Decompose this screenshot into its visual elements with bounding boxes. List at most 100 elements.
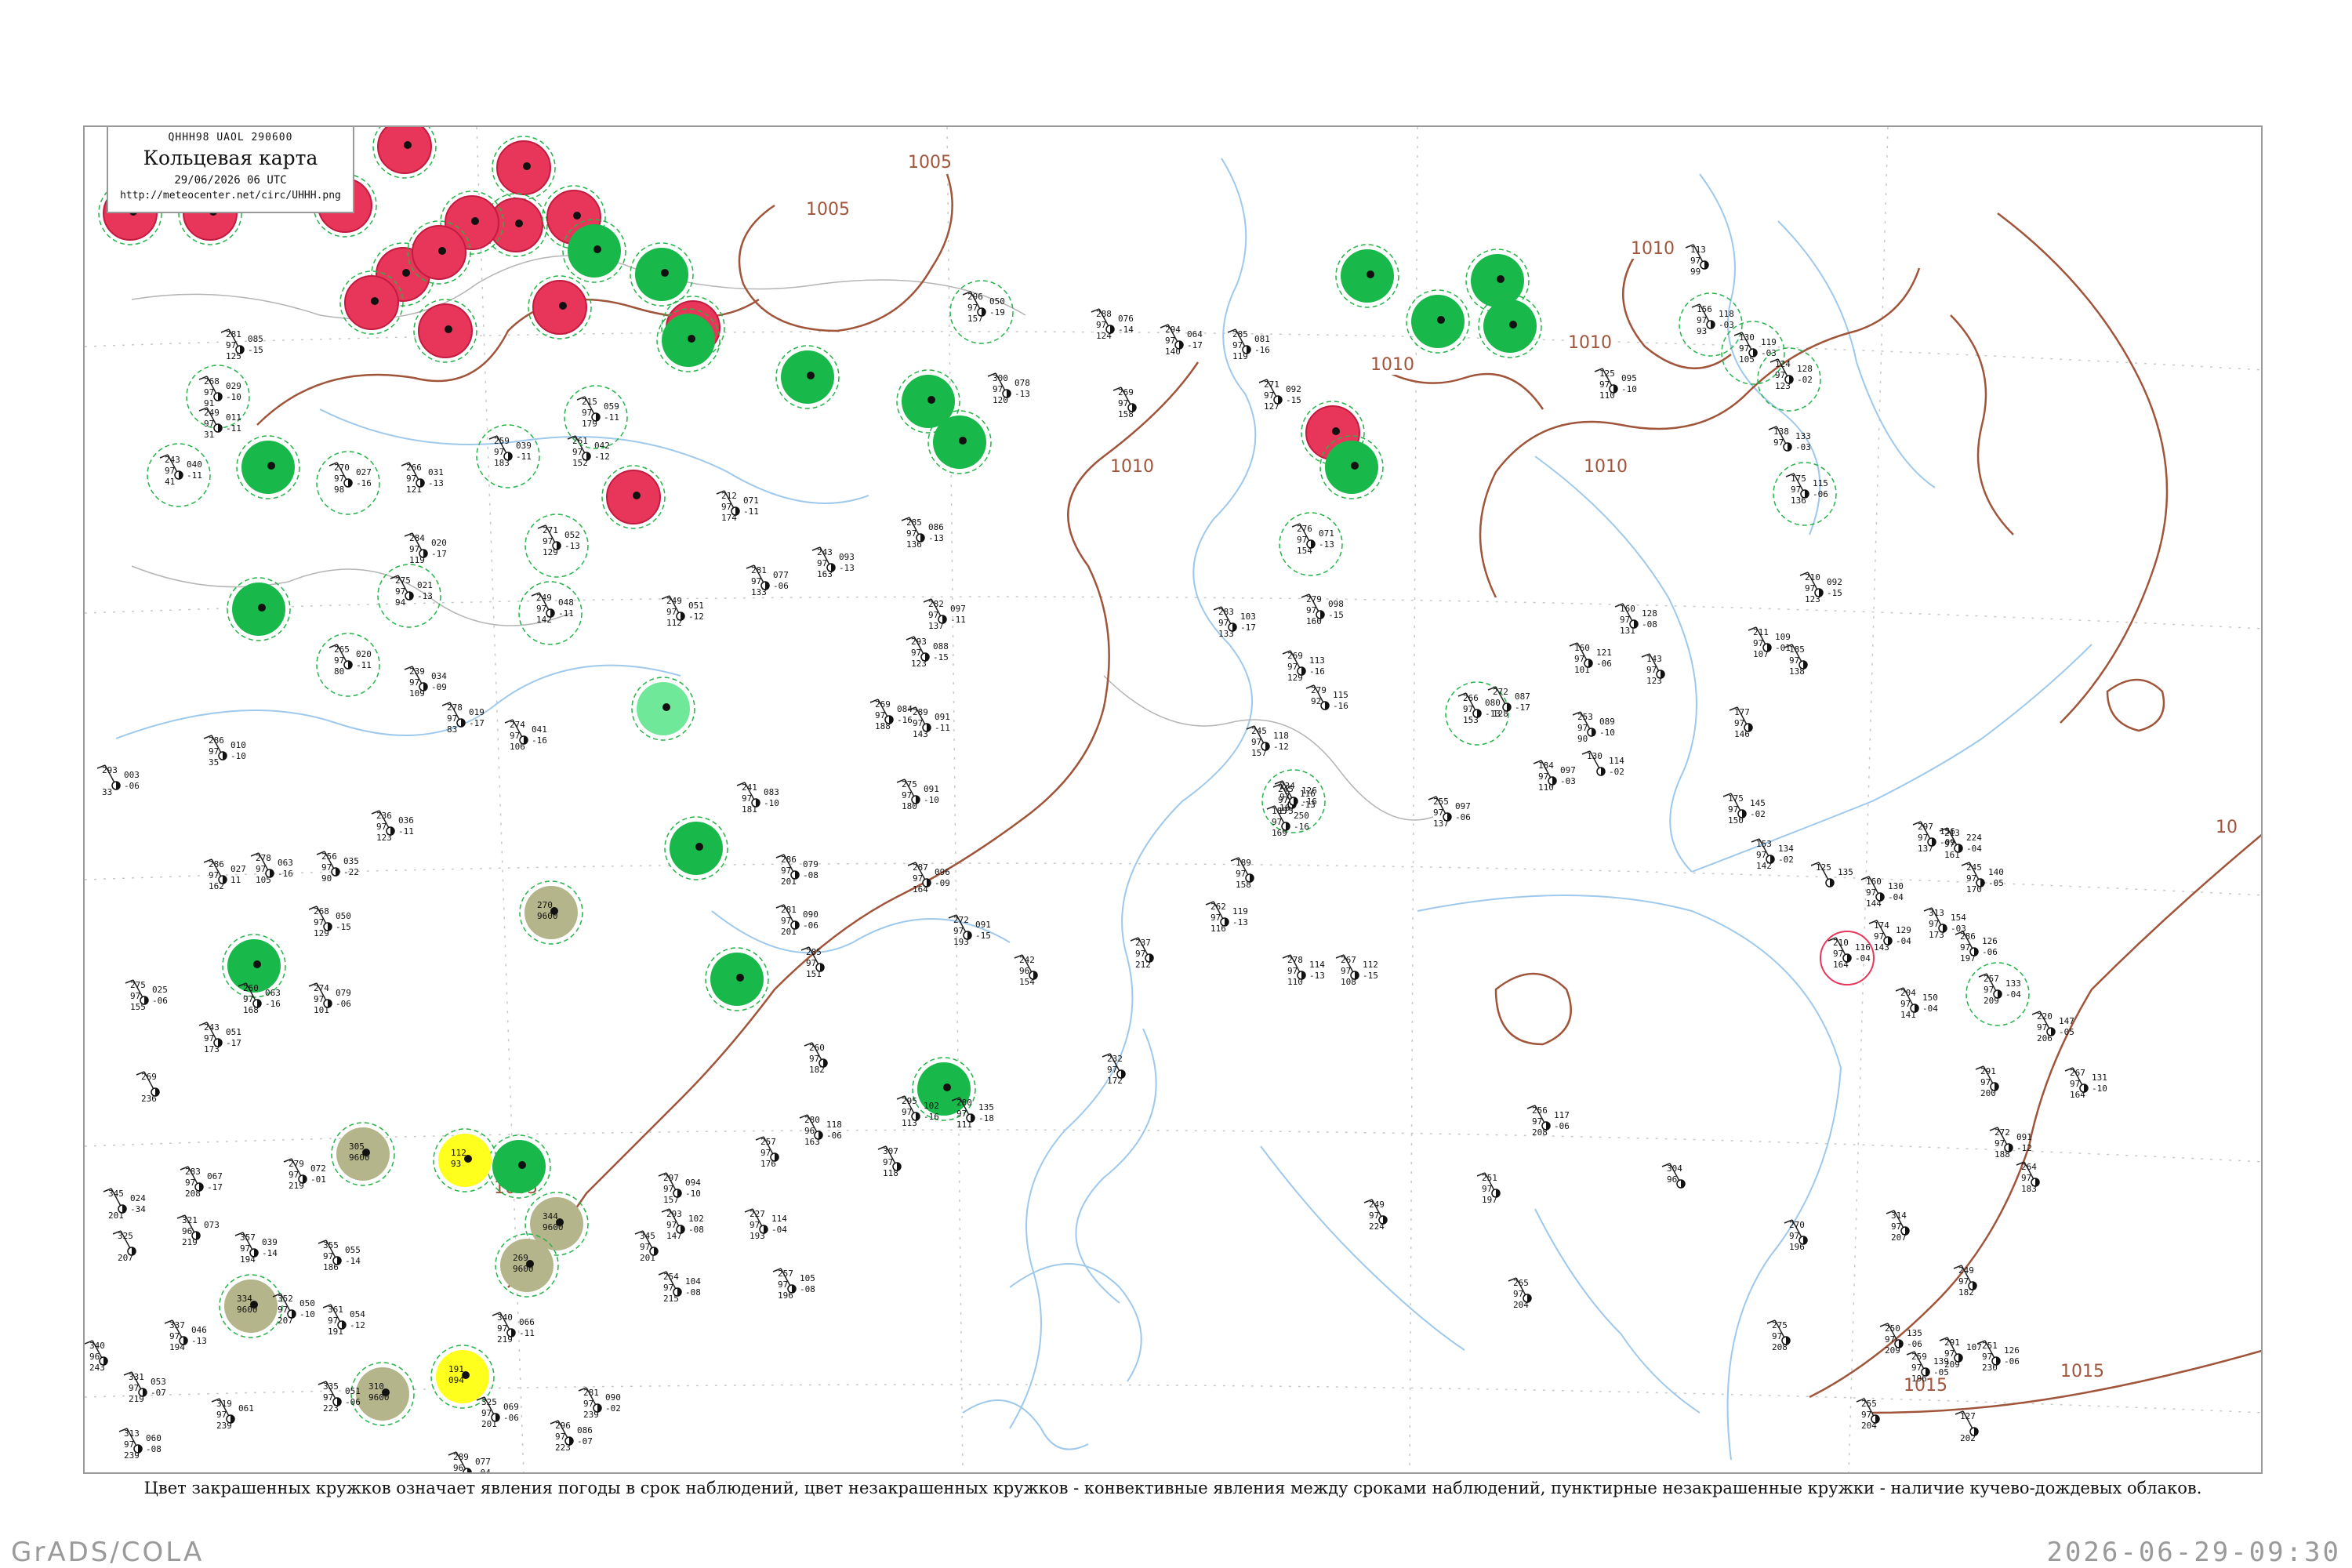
station-plot[interactable]: 2759794 021-13 xyxy=(377,564,441,628)
station-plot[interactable]: 28597151 xyxy=(800,946,825,979)
station-plot[interactable]: 26997129 113-16 xyxy=(1282,650,1325,683)
station-plot[interactable]: 35597186 055-14 xyxy=(318,1240,361,1272)
station-plot[interactable]: 33597223 051-06 xyxy=(318,1381,361,1414)
station-plot[interactable]: 23797212 xyxy=(1130,937,1154,970)
station-plot[interactable]: 293 33 003-06 xyxy=(96,764,140,797)
station-plot[interactable]: 28997143 091-11 xyxy=(907,706,950,739)
station-plot[interactable]: 31997239 061 xyxy=(211,1398,254,1431)
station-plot[interactable]: 27992 115-16 xyxy=(1305,684,1348,711)
station-plot[interactable]: 24997142 048-11 xyxy=(518,581,583,645)
station-plot[interactable]: 25797196 105-08 xyxy=(772,1268,815,1301)
station-plot[interactable]: 25197230 126-06 xyxy=(1976,1340,2020,1373)
station-plot[interactable]: 35297207 050-10 xyxy=(272,1293,315,1326)
station-plot[interactable]: 127 202 xyxy=(1955,1410,1979,1443)
station-plot[interactable]: 35797194 039-14 xyxy=(234,1232,278,1265)
station-plot[interactable]: 24997224 xyxy=(1363,1199,1388,1232)
station-plot[interactable]: 29597113 102-16 xyxy=(896,1095,939,1128)
station-plot[interactable]: 27697154 071-13 xyxy=(1279,512,1343,576)
station-plot[interactable]: 28697162 02711 xyxy=(203,858,246,891)
station-plot[interactable]: 23997109 034-09 xyxy=(404,666,447,699)
station-plot[interactable]: 125 135 xyxy=(1810,862,1853,887)
station-plot[interactable]: 2499731 011-11 xyxy=(198,407,241,440)
station-plot[interactable]: 26797108 112-15 xyxy=(1335,954,1378,987)
station-plot[interactable]: 32597201 069-06 xyxy=(476,1396,519,1429)
station-plot[interactable]: 24296154 xyxy=(1014,954,1038,987)
station-plot[interactable]: 33197219 053-07 xyxy=(123,1371,166,1404)
station-plot[interactable]: 24597157 118-12 xyxy=(1246,725,1289,758)
station-plot[interactable]: 27097196 xyxy=(1784,1219,1808,1252)
station-plot[interactable]: 36197191 054-12 xyxy=(322,1304,365,1337)
station-plot[interactable]: 22097206 147-05 xyxy=(2031,1011,2074,1044)
station-plot[interactable]: 2709798 027-16 xyxy=(316,451,380,515)
station-plot[interactable]: 29197200 xyxy=(1975,1065,1999,1098)
station-plot[interactable]: 27197129 052-13 xyxy=(524,514,589,578)
station-plot[interactable]: 27297193 091-15 xyxy=(948,914,991,947)
station-plot[interactable]: 29397123 088-15 xyxy=(906,636,949,669)
station-plot[interactable]: 31497207 xyxy=(1886,1210,1910,1243)
station-plot[interactable]: 27997219 072-01 xyxy=(283,1158,326,1191)
station-plot[interactable]: 34097219 066-11 xyxy=(492,1312,535,1345)
station-plot[interactable]: 28197239 090-02 xyxy=(578,1387,621,1420)
station-plot[interactable]: 23297172 xyxy=(1102,1053,1126,1086)
station-plot[interactable]: 26997188084-16 xyxy=(869,699,913,731)
station-plot[interactable]: 28197125 085-15 xyxy=(220,328,263,361)
station-plot[interactable]: 27197127 092-15 xyxy=(1258,379,1301,412)
station-plot[interactable]: 13897 133-03 xyxy=(1768,426,1811,452)
station-plot[interactable]: 27997160 098-15 xyxy=(1301,593,1344,626)
station-plot[interactable]: 34597201 xyxy=(634,1230,659,1263)
station-plot[interactable]: 24197181 083-10 xyxy=(736,782,779,815)
station-plot[interactable]: 29697157 050-19 xyxy=(949,280,1014,344)
station-plot[interactable]: 28897124 076-14 xyxy=(1091,308,1134,341)
station-plot[interactable]: 30496 xyxy=(1661,1163,1686,1189)
station-plot[interactable]: 25797176 xyxy=(755,1136,779,1169)
station-plot[interactable]: 269 236 xyxy=(136,1071,160,1104)
map-url[interactable]: http://meteocenter.net/circ/UHHH.png xyxy=(108,190,353,201)
station-plot[interactable]: 28697201 079-08 xyxy=(775,854,818,887)
station-plot[interactable]: 24397173 051-17 xyxy=(198,1022,241,1054)
station-plot[interactable]: 18497110 097-03 xyxy=(1533,760,1576,793)
station-plot[interactable]: 21297174 071-11 xyxy=(716,490,759,523)
station-plot[interactable]: 2569790 035-22 xyxy=(316,851,359,884)
station-plot[interactable]: 30097120 078-13 xyxy=(987,372,1030,405)
station-plot[interactable]: 15397142 134-02 xyxy=(1751,838,1794,871)
station-plot[interactable]: 24397163 093-13 xyxy=(811,546,855,579)
station-plot[interactable]: 28297137 097-11 xyxy=(923,598,966,631)
station-plot[interactable]: 28397133 103-17 xyxy=(1213,606,1256,639)
station-plot[interactable]: 2789783 019-17 xyxy=(441,702,485,735)
station-plot[interactable]: 21097164 116-04 xyxy=(1820,931,1875,985)
station-plot[interactable]: 16097144 130-04 xyxy=(1860,876,1904,909)
station-plot[interactable]: 31397239 060-08 xyxy=(118,1428,162,1461)
station-plot[interactable]: 26897129 050-15 xyxy=(308,906,351,938)
station-plot[interactable]: 1569793 118-03 xyxy=(1679,292,1743,357)
station-plot[interactable]: 21597179 059-11 xyxy=(564,385,628,449)
station-plot[interactable]: 17597150 145-02 xyxy=(1722,793,1766,826)
station-plot[interactable]: 26097182 xyxy=(804,1042,828,1075)
station-plot[interactable]: 27597180 091-10 xyxy=(896,779,939,811)
station-plot[interactable]: 130 114-02 xyxy=(1581,750,1624,777)
station-plot[interactable]: 28097111 135-18 xyxy=(951,1097,994,1130)
station-plot[interactable]: 2659780 020-11 xyxy=(316,633,380,697)
station-plot[interactable]: 26497183 xyxy=(2016,1161,2040,1194)
station-plot[interactable]: 21097123 092-15 xyxy=(1799,572,1842,604)
station-plot[interactable]: 345 201 024-34 xyxy=(103,1188,146,1221)
station-plot[interactable]: 17497143 129-04 xyxy=(1868,920,1911,953)
station-plot[interactable]: 24997112 051-12 xyxy=(661,595,704,628)
station-plot[interactable]: 33797194 046-13 xyxy=(164,1319,207,1352)
station-plot[interactable]: 28096163 118-06 xyxy=(799,1114,842,1147)
station-plot[interactable]: 1139799 xyxy=(1685,244,1709,277)
station-plot[interactable]: 25797209 133-04 xyxy=(1965,962,2030,1026)
station-plot[interactable]: 28497119 020-17 xyxy=(404,532,447,565)
station-plot[interactable]: 25597204 xyxy=(1856,1398,1880,1431)
station-plot[interactable]: 21197107 109-01 xyxy=(1748,626,1791,659)
station-plot[interactable]: 28397208 067-17 xyxy=(180,1166,223,1199)
station-plot[interactable]: 2539790 089-10 xyxy=(1572,711,1615,744)
station-plot[interactable]: 25597137 097-06 xyxy=(1428,796,1471,829)
station-plot[interactable]: 27597208 xyxy=(1766,1319,1791,1352)
station-plot[interactable]: 29697223 086-07 xyxy=(550,1420,593,1453)
station-plot[interactable]: 28996253077-04 xyxy=(448,1451,491,1474)
station-plot[interactable]: 29797157 094-10 xyxy=(658,1172,701,1205)
station-plot[interactable]: 17597136 115-06 xyxy=(1773,462,1837,526)
station-plot[interactable]: 28697197 126-06 xyxy=(1955,931,1998,964)
station-plot[interactable]: 22797193 114-04 xyxy=(744,1208,787,1241)
station-plot[interactable]: 28197133 077-06 xyxy=(746,564,789,597)
